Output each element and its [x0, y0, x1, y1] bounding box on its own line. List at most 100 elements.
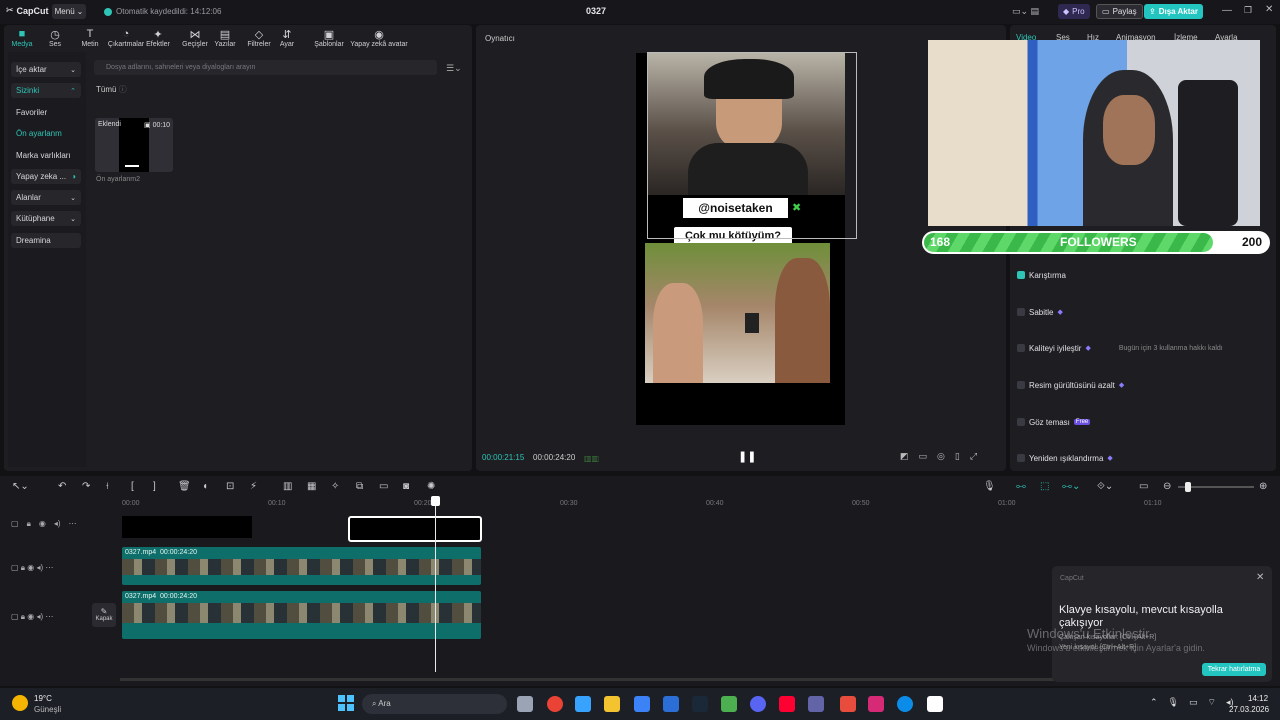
sidebar-item-1[interactable]: Sizinki ⌃ — [11, 83, 81, 98]
mic-icon[interactable]: 🎙︎ — [1168, 697, 1179, 708]
shield-icon[interactable]: ◖ — [202, 481, 208, 492]
windows-start-icon[interactable] — [338, 695, 354, 711]
sidebar-item-7[interactable]: Kütüphane ⌄ — [11, 211, 81, 226]
tab-yaz-lar[interactable]: ▤ Yazılar — [210, 28, 240, 48]
mail-icon[interactable] — [663, 696, 679, 712]
snapshot-icon[interactable]: ◎ — [937, 451, 945, 462]
instagram-icon[interactable] — [868, 696, 884, 712]
sidebar-item-3[interactable]: Ön ayarlanm — [11, 126, 81, 141]
transition-icon[interactable]: ⧉ — [356, 481, 363, 492]
tab-yapay-zek-avatar[interactable]: ◉ Yapay zekâ avatar — [348, 28, 410, 48]
undo-icon[interactable]: ↶ — [58, 481, 66, 492]
zoom-in-icon[interactable]: ⊕ — [1259, 481, 1267, 492]
sidebar-item-2[interactable]: Favoriler — [11, 105, 81, 120]
inspector-row-3[interactable]: Resim gürültüsünü azalt ◆ — [1017, 378, 1267, 392]
edge-icon[interactable] — [897, 696, 913, 712]
maximize-icon[interactable]: ❐ — [1244, 5, 1252, 16]
crop-icon[interactable]: ◩ — [900, 451, 909, 462]
split-right-icon[interactable]: ] — [153, 481, 156, 492]
file-explorer-icon[interactable] — [604, 696, 620, 712]
search-input[interactable]: Dosya adlarını, sahneleri veya diyalogla… — [94, 60, 437, 75]
tab--ablonlar[interactable]: ▣ Şablonlar — [311, 28, 347, 48]
rotate-icon[interactable]: ▦ — [307, 481, 316, 492]
checkbox[interactable] — [1017, 418, 1025, 426]
sidebar-item-4[interactable]: Marka varlıkları — [11, 148, 81, 163]
preview-icon[interactable]: ⟐⌄ — [1097, 481, 1113, 492]
playhead-handle[interactable] — [431, 496, 440, 506]
tab-ayar[interactable]: ⇵ Ayar — [275, 28, 299, 48]
inspector-row-1[interactable]: Sabitle ◆ — [1017, 305, 1267, 319]
monitor-app-icon[interactable] — [575, 696, 591, 712]
checkbox[interactable] — [1017, 381, 1025, 389]
checkbox[interactable] — [1017, 344, 1025, 352]
speed-icon[interactable]: ⚡︎ — [250, 481, 257, 492]
pro-button[interactable]: ◆ Pro — [1058, 4, 1090, 19]
track-1-controls[interactable]: ▢ 🔒︎ ◉ ◂) ⋯ — [11, 519, 77, 529]
crop-icon[interactable]: ⊡ — [226, 481, 234, 492]
video-clip-1[interactable]: 0327.mp4 00:00:24:20 — [122, 547, 481, 585]
zoom-slider-handle[interactable] — [1185, 482, 1191, 492]
tab-medya[interactable]: ■ Medya — [6, 28, 38, 48]
capcut-icon[interactable] — [927, 696, 943, 712]
split-icon[interactable]: ⟊ — [106, 481, 109, 492]
tab-ge-i-ler[interactable]: ⋈ Geçişler — [180, 28, 210, 48]
sidebar-item-0[interactable]: İçe aktar ⌄ — [11, 62, 81, 77]
pause-button[interactable]: ❚❚ — [738, 450, 756, 463]
link-icon[interactable]: ⧟ — [1016, 481, 1026, 492]
playhead[interactable] — [435, 498, 436, 672]
teams-icon[interactable] — [808, 696, 824, 712]
paint-icon[interactable] — [840, 696, 856, 712]
redo-icon[interactable]: ↷ — [82, 481, 90, 492]
inspector-row-5[interactable]: Yeniden ışıklandırma ◆ — [1017, 451, 1267, 465]
snap-icon[interactable]: ⧟⌄ — [1062, 481, 1080, 492]
tab-ses[interactable]: ◷ Ses — [44, 28, 66, 48]
minecraft-icon[interactable] — [721, 696, 737, 712]
camera-icon[interactable]: ◙ — [403, 481, 409, 492]
share-button[interactable]: ▭ Paylaş — [1096, 4, 1143, 19]
aspect-icon[interactable]: ▯ — [955, 451, 960, 462]
filter-all[interactable]: Tümü ⓘ — [96, 84, 127, 95]
mirror-icon[interactable]: ▥ — [283, 481, 292, 492]
tab-metin[interactable]: T Metin — [80, 28, 100, 48]
freeze-icon[interactable]: ✺ — [427, 481, 435, 492]
clip-selected[interactable] — [348, 516, 482, 542]
video-clip-2[interactable]: 0327.mp4 00:00:24:20 — [122, 591, 481, 639]
youtube-music-icon[interactable] — [779, 696, 795, 712]
toast-remind-button[interactable]: Tekrar hatırlatma — [1202, 663, 1266, 676]
inspector-row-0[interactable]: Karıştırma — [1017, 268, 1267, 282]
task-view-icon[interactable] — [517, 696, 533, 712]
timeline-scrollbar[interactable] — [120, 678, 1180, 681]
menu-button[interactable]: Menü ⌄ — [52, 4, 86, 19]
taskbar-search[interactable]: ⌕ Ara — [362, 694, 507, 714]
selection-box[interactable] — [647, 52, 857, 239]
toggle-icon[interactable]: ◑ — [71, 172, 76, 181]
checkbox[interactable] — [1017, 454, 1025, 462]
sidebar-item-6[interactable]: Alanlar ⌄ — [11, 190, 81, 205]
inspector-row-2[interactable]: Kaliteyi iyileştir ◆ Bugün için 3 kullanma… — [1017, 341, 1267, 355]
checkbox[interactable] — [1017, 271, 1025, 279]
chevron-up-icon[interactable]: ⌃ — [1150, 697, 1158, 708]
sidebar-item-8[interactable]: Dreamina — [11, 233, 81, 248]
tab-efektler[interactable]: ✦ Efektler — [144, 28, 172, 48]
chrome-icon[interactable] — [547, 696, 563, 712]
inspector-row-4[interactable]: Göz teması Free — [1017, 415, 1267, 429]
tab--kartmalar[interactable]: ◔ Çıkartmalar — [106, 28, 146, 48]
magic-icon[interactable]: ✧ — [331, 481, 339, 492]
weather-icon[interactable] — [12, 695, 28, 711]
media-thumbnail[interactable]: Eklendi ▣ 00:10 — [95, 118, 173, 172]
subtitle-icon[interactable]: ▭ — [379, 481, 388, 492]
store-icon[interactable] — [634, 696, 650, 712]
clock-time[interactable]: 14:12 — [1248, 694, 1268, 703]
cover-button[interactable]: ✎ Kapak — [92, 603, 116, 627]
sort-icon[interactable]: ☰⌄ — [446, 63, 462, 74]
wifi-icon[interactable]: ⌔ — [1208, 697, 1216, 708]
weather-temp[interactable]: 19°C — [34, 694, 52, 703]
track-2-controls[interactable]: ▢ 🔒︎ ◉ ◂) ⋯ — [11, 563, 53, 573]
ratio-icon[interactable]: ▭ — [919, 451, 928, 462]
steam-icon[interactable] — [692, 696, 708, 712]
checkbox[interactable] — [1017, 308, 1025, 316]
delete-icon[interactable]: 🗑︎ — [178, 481, 191, 492]
export-button[interactable]: ⇪ Dışa Aktar — [1144, 4, 1203, 19]
fullscreen-icon[interactable]: ⤢ — [970, 451, 977, 462]
clock-date[interactable]: 27.03.2026 — [1229, 705, 1269, 714]
